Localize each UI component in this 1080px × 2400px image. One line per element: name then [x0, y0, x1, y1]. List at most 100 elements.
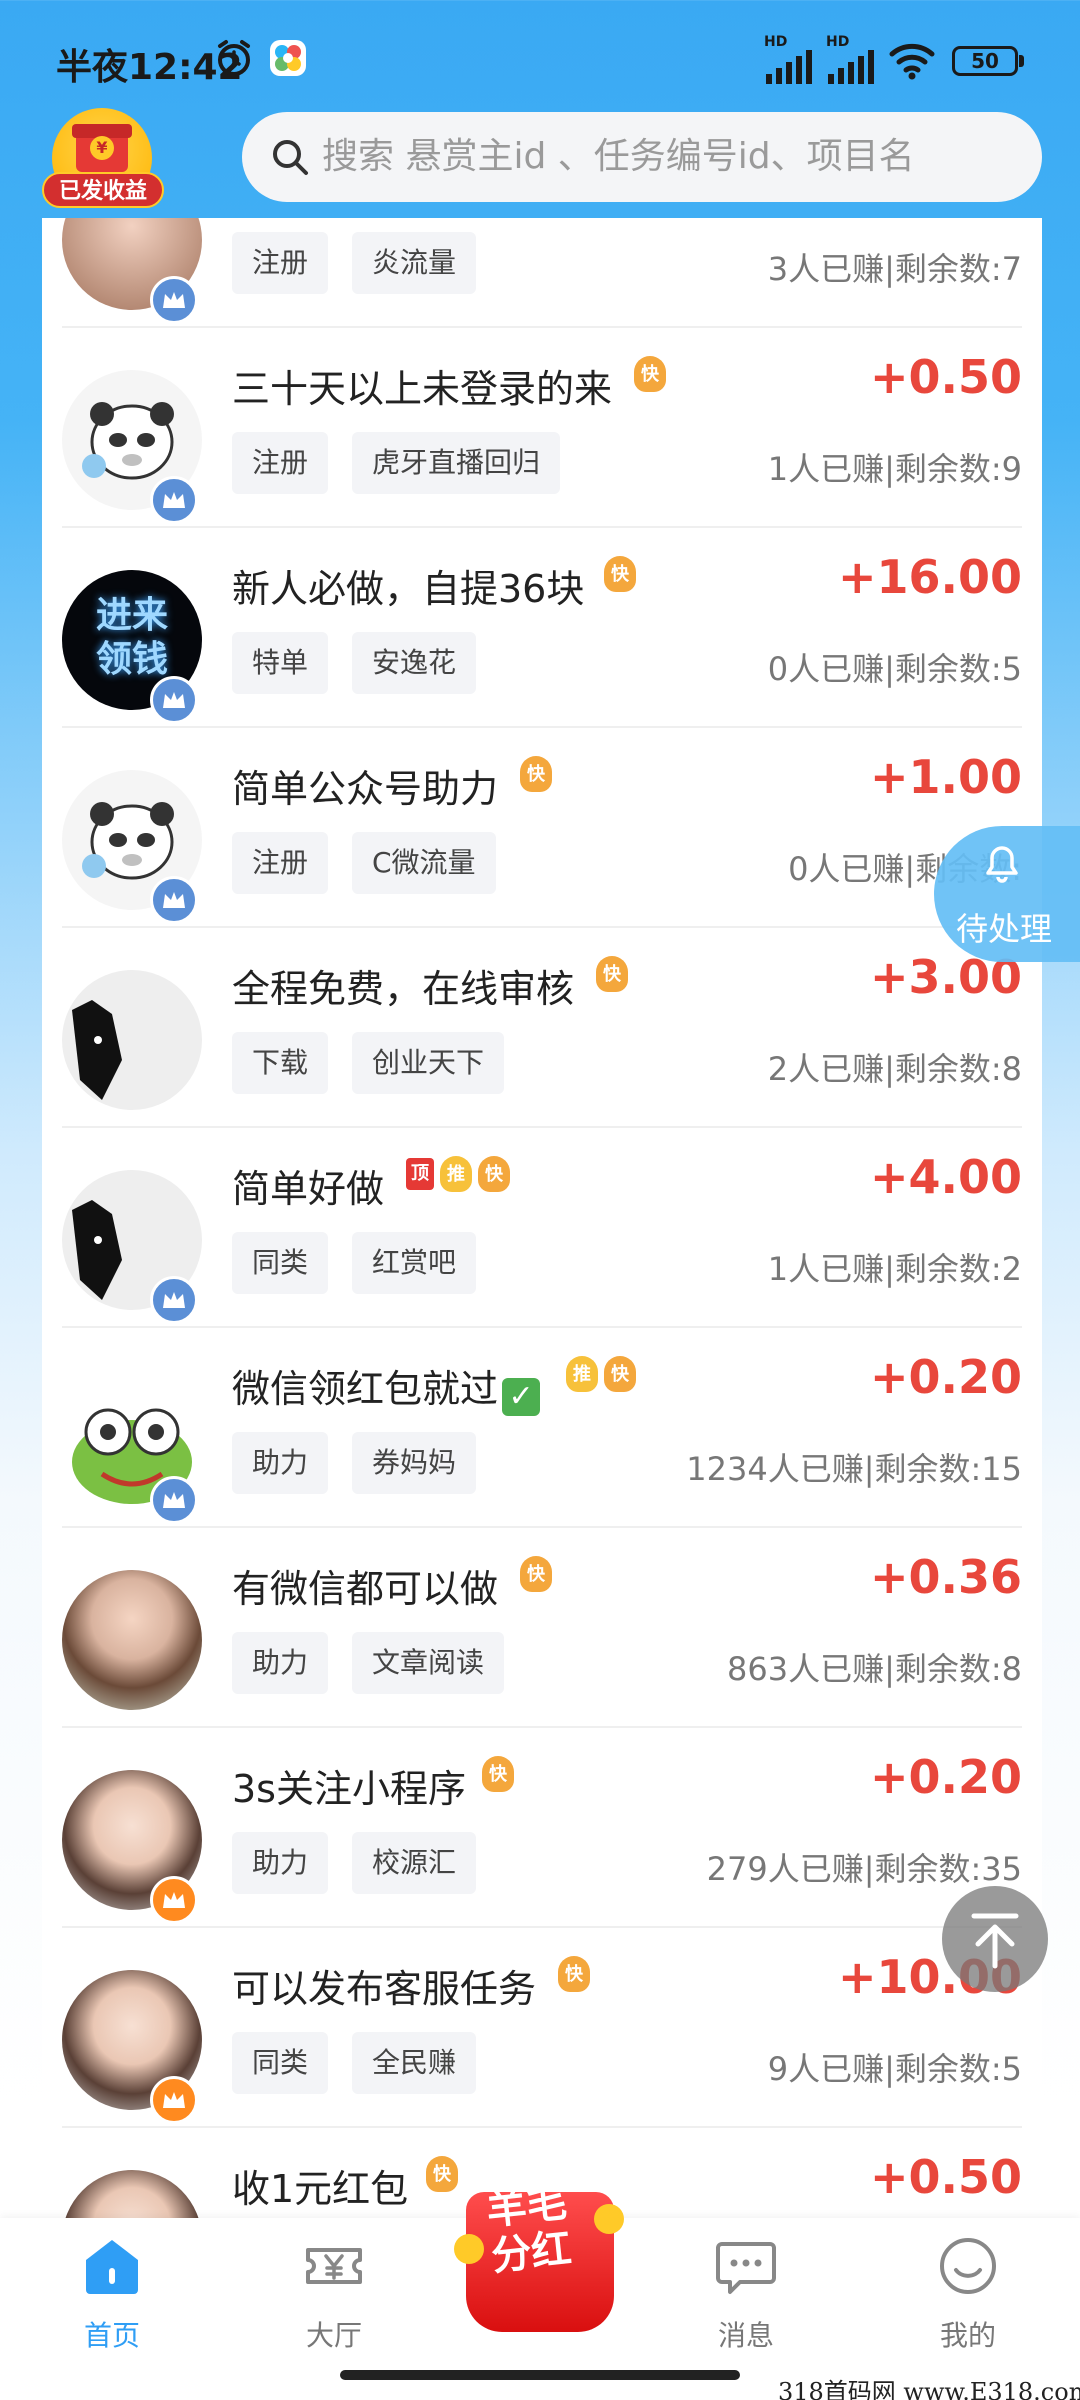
task-stats: 0人已赚|剩余数:5 [767, 650, 1022, 688]
task-row[interactable]: 微信领红包就过 ✓ 推 快 +0.20 助力 券妈妈 1234人已赚|剩余数:15 [42, 1328, 1042, 1528]
task-reward-amount: +0.36 [869, 1550, 1022, 1604]
status-bar: 半夜12:42 HD HD 50 [0, 0, 1080, 110]
profile-icon [936, 2236, 1000, 2296]
task-stats: 863人已赚|剩余数:8 [726, 1650, 1022, 1688]
task-tag: 红赏吧 [352, 1232, 477, 1294]
task-badges: 快 [604, 556, 636, 592]
task-reward-amount: +4.00 [869, 1150, 1022, 1204]
task-reward-amount: +16.00 [837, 550, 1022, 604]
fast-badge-icon: 快 [478, 1156, 510, 1192]
arrow-up-icon [971, 1913, 1019, 1969]
task-badges: 快 [634, 356, 666, 392]
ticket-yen-icon [302, 2236, 366, 2296]
task-stats: 1人已赚|剩余数:9 [767, 450, 1022, 488]
fast-badge-icon: 快 [558, 1956, 590, 1992]
nav-messages[interactable]: 消息 [666, 2236, 826, 2354]
fast-badge-icon: 快 [596, 956, 628, 992]
reward-badge[interactable]: ¥ 已发收益 [42, 108, 164, 208]
task-tag: 特单 [232, 632, 329, 694]
task-tag: 注册 [232, 232, 329, 294]
app-notification-icon [270, 40, 306, 76]
crown-badge-icon [150, 476, 198, 524]
task-title: 新人必做，自提36块 [232, 567, 585, 611]
crown-badge-icon [150, 1276, 198, 1324]
home-indicator[interactable] [340, 2370, 740, 2380]
crown-badge-icon [150, 276, 198, 324]
nav-label: 大厅 [305, 2319, 362, 2352]
task-reward-amount: +0.20 [869, 1750, 1022, 1804]
crown-badge-icon [150, 676, 198, 724]
scroll-to-top-button[interactable] [942, 1886, 1048, 1992]
task-reward-amount: +0.20 [869, 1350, 1022, 1404]
task-row[interactable]: 全程免费，在线审核 快 +3.00 下载 创业天下 2人已赚|剩余数:8 [42, 928, 1042, 1128]
task-title: 简单公众号助力 [232, 767, 499, 811]
pending-tasks-button[interactable]: 待处理 [934, 826, 1080, 962]
task-badges: 快 [520, 1556, 552, 1592]
task-tag: 安逸花 [352, 632, 477, 694]
bell-icon [982, 844, 1022, 884]
task-title: 有微信都可以做 [232, 1567, 499, 1611]
task-row[interactable]: 三十天以上未登录的来 快 +0.50 注册 虎牙直播回归 1人已赚|剩余数:9 [42, 328, 1042, 528]
task-avatar [62, 970, 202, 1110]
watermark: 318首码网 www.E318.com [778, 2378, 1080, 2400]
task-tag: C微流量 [352, 832, 496, 894]
recommend-badge-icon: 推 [566, 1356, 598, 1392]
yen-coin-icon: ¥ [90, 136, 114, 160]
reward-badge-label: 已发收益 [42, 172, 164, 208]
nav-hall[interactable]: 大厅 [254, 2236, 414, 2354]
task-tag: 下载 [232, 1032, 329, 1094]
fast-badge-icon: 快 [520, 1556, 552, 1592]
task-tag: 券妈妈 [352, 1432, 477, 1494]
task-tag: 注册 [232, 432, 329, 494]
task-title: 简单好做 [232, 1167, 385, 1211]
task-row[interactable]: 3s关注小程序 快 +0.20 助力 校源汇 279人已赚|剩余数:35 [42, 1728, 1042, 1928]
nav-home[interactable]: 首页 [32, 2236, 192, 2354]
fast-badge-icon: 快 [634, 356, 666, 392]
task-title: 微信领红包就过 ✓ [232, 1358, 541, 1416]
search-placeholder: 搜索 悬赏主id 、任务编号id、项目名 [322, 136, 915, 177]
task-badges: 快 [482, 1756, 514, 1792]
task-tag: 助力 [232, 1632, 329, 1694]
center-promo-button[interactable]: 羊毛分红 [454, 2164, 626, 2340]
task-row[interactable]: 简单好做 顶 推 快 +4.00 同类 红赏吧 1人已赚|剩余数:2 [42, 1128, 1042, 1328]
task-tag: 同类 [232, 2032, 329, 2094]
home-icon [80, 2236, 144, 2296]
task-stats: 9人已赚|剩余数:5 [767, 2050, 1022, 2088]
task-row[interactable]: 注册 炎流量 3人已赚|剩余数:7 [42, 218, 1042, 328]
battery-tip [1019, 55, 1024, 67]
task-row[interactable]: 进来 领钱 新人必做，自提36块 快 +16.00 特单 安逸花 0人已赚|剩余数… [42, 528, 1042, 728]
recommend-badge-icon: 推 [440, 1156, 472, 1192]
task-row[interactable]: 简单公众号助力 快 +1.00 注册 C微流量 0人已赚|剩余数: [42, 728, 1042, 928]
nav-profile[interactable]: 我的 [888, 2236, 1048, 2354]
task-tag: 助力 [232, 1432, 329, 1494]
task-title: 三十天以上未登录的来 [232, 367, 613, 411]
fast-badge-icon: 快 [604, 1356, 636, 1392]
task-stats: 279人已赚|剩余数:35 [706, 1850, 1022, 1888]
crown-badge-icon [150, 1476, 198, 1524]
crown-badge-icon [150, 876, 198, 924]
center-promo-label: 羊毛分红 [484, 2180, 574, 2280]
task-stats: 1234人已赚|剩余数:15 [686, 1450, 1022, 1488]
search-input[interactable]: 搜索 悬赏主id 、任务编号id、项目名 [242, 112, 1042, 202]
crown-badge-icon [150, 2076, 198, 2124]
task-tag: 全民赚 [352, 2032, 477, 2094]
task-row[interactable]: 可以发布客服任务 快 +10.00 同类 全民赚 9人已赚|剩余数:5 [42, 1928, 1042, 2128]
task-title: 收1元红包 [232, 2167, 409, 2211]
task-row[interactable]: 有微信都可以做 快 +0.36 助力 文章阅读 863人已赚|剩余数:8 [42, 1528, 1042, 1728]
task-reward-amount: +0.50 [869, 350, 1022, 404]
task-stats: 2人已赚|剩余数:8 [767, 1050, 1022, 1088]
task-tag: 炎流量 [352, 232, 477, 294]
task-tag: 注册 [232, 832, 329, 894]
alarm-clock-icon [214, 38, 254, 78]
fast-badge-icon: 快 [604, 556, 636, 592]
task-reward-amount: +1.00 [869, 750, 1022, 804]
task-badges: 推 快 [566, 1356, 636, 1392]
search-icon [270, 137, 310, 177]
task-reward-amount: +0.50 [869, 2150, 1022, 2204]
task-tag: 文章阅读 [352, 1632, 505, 1694]
battery-indicator: 50 [952, 46, 1018, 76]
task-tag: 助力 [232, 1832, 329, 1894]
task-stats: 1人已赚|剩余数:2 [767, 1250, 1022, 1288]
task-tag: 校源汇 [352, 1832, 477, 1894]
nav-label: 首页 [83, 2319, 140, 2352]
